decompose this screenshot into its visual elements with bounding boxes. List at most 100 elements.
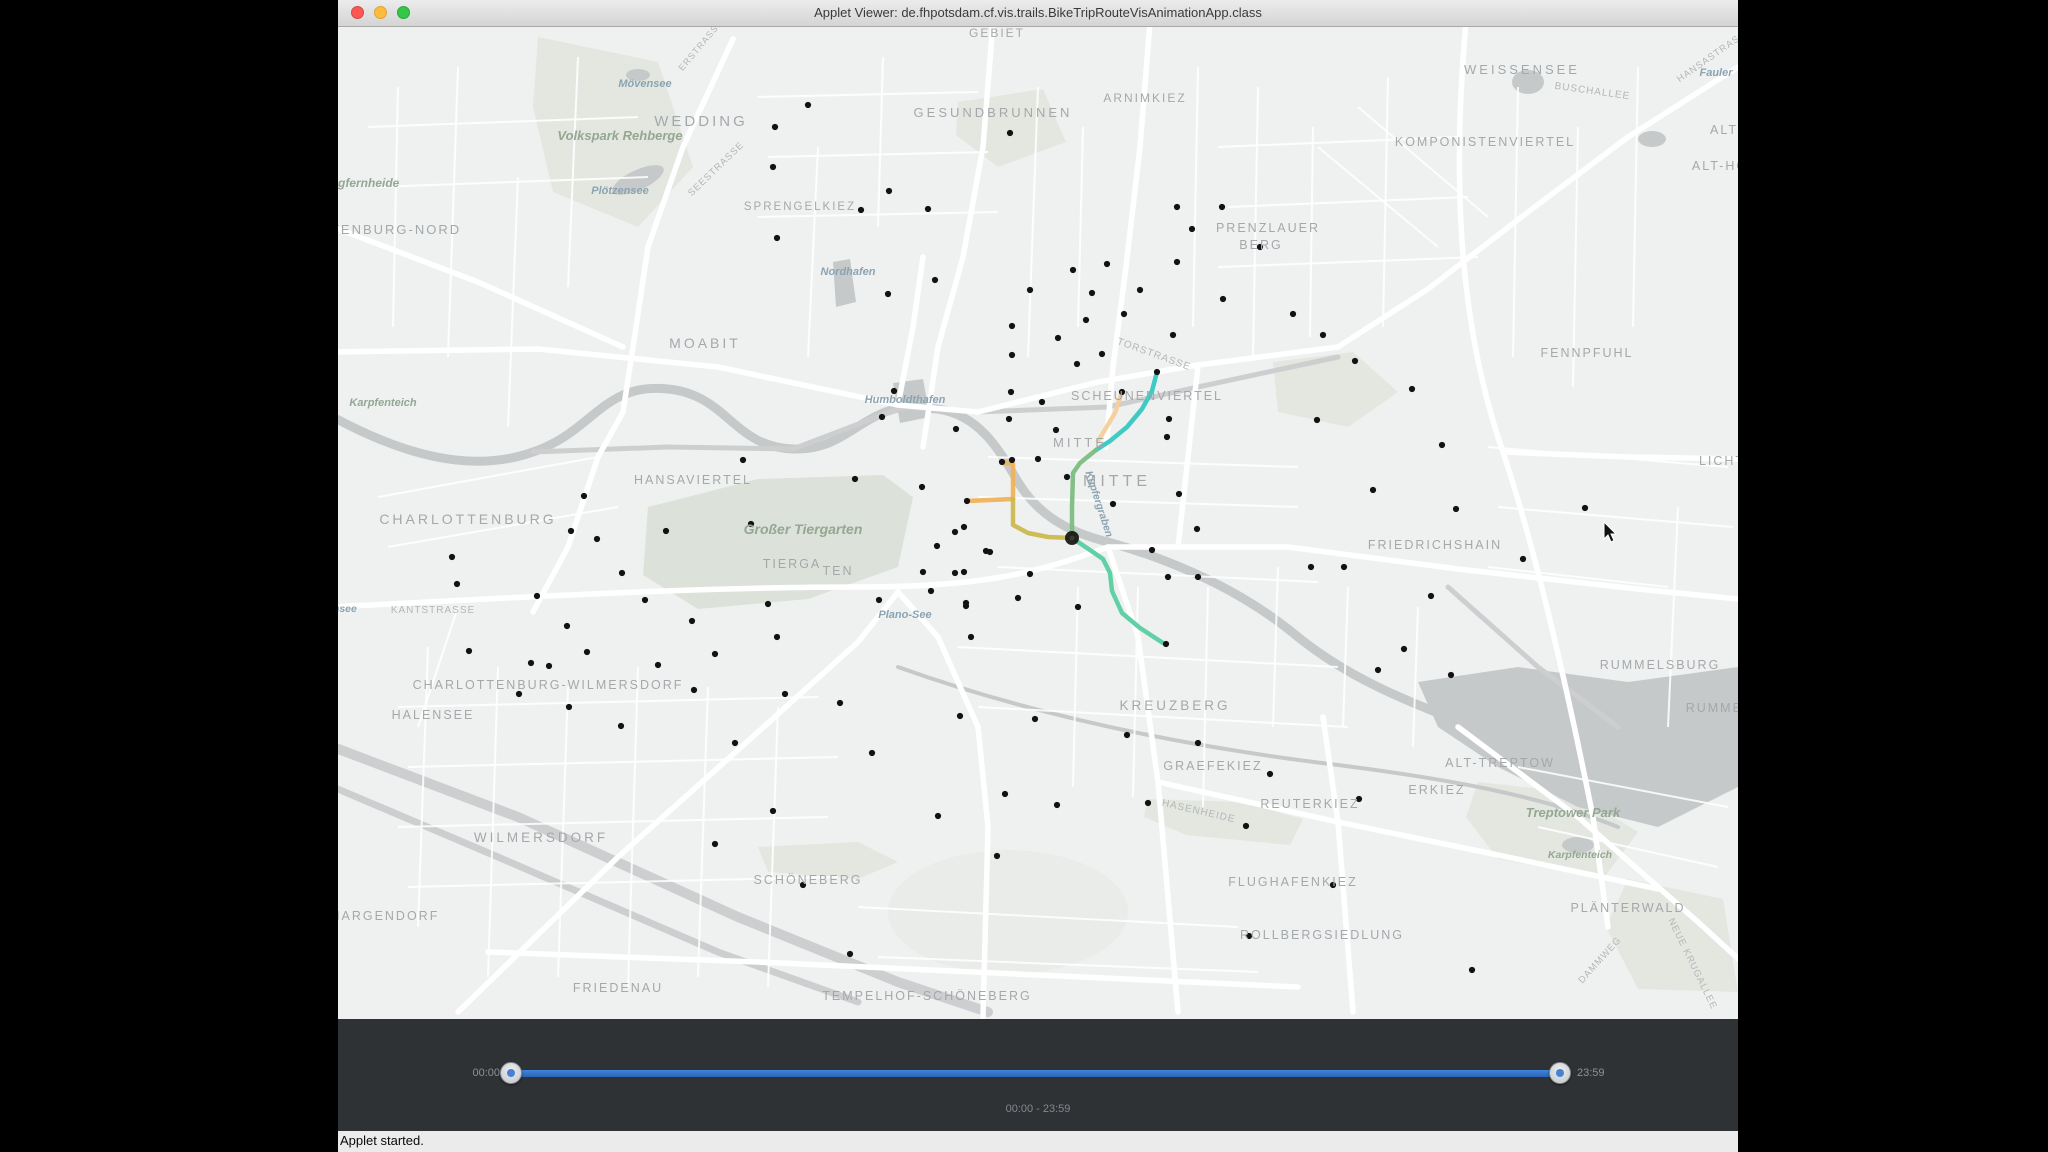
- station-dot: [1165, 415, 1173, 423]
- map-label: SCHEUNENVIERTEL: [1071, 389, 1223, 403]
- station-dot: [804, 101, 812, 109]
- map-label: Jungfernheide: [338, 176, 400, 190]
- timeline-panel: 00:00 23:59 00:00 - 23:59: [338, 1019, 1738, 1131]
- map-label: RUMMELSBURG: [1600, 658, 1721, 672]
- station-dot: [884, 290, 892, 298]
- timeline-range-label: 00:00 - 23:59: [1005, 1103, 1071, 1115]
- map-label: Plötzensee: [591, 185, 648, 197]
- station-dot: [1123, 731, 1131, 739]
- station-dot: [1468, 966, 1476, 974]
- station-dot: [851, 475, 859, 483]
- station-dot: [448, 553, 456, 561]
- station-dot: [1082, 316, 1090, 324]
- map-label: Volkspark Rehberge: [557, 128, 682, 143]
- map-label: WILMERSDORF: [474, 830, 608, 845]
- station-dot: [952, 425, 960, 433]
- station-dot: [1369, 486, 1377, 494]
- station-dot: [1408, 385, 1416, 393]
- map-label: HALENSEE: [392, 708, 475, 722]
- station-dot: [1026, 286, 1034, 294]
- station-dot: [963, 497, 971, 505]
- station-dot: [1006, 129, 1014, 137]
- applet-viewer-window: Applet Viewer: de.fhpotsdam.cf.vis.trail…: [338, 0, 1738, 1152]
- station-dot: [1163, 433, 1171, 441]
- station-dot: [1052, 426, 1060, 434]
- station-dot: [618, 569, 626, 577]
- station-dot: [1340, 563, 1348, 571]
- station-dot: [1007, 388, 1015, 396]
- station-dot: [593, 535, 601, 543]
- tempelhofer-feld: [888, 850, 1128, 974]
- station-dot: [773, 234, 781, 242]
- station-dot: [927, 587, 935, 595]
- timeline-handle-end[interactable]: [1549, 1062, 1571, 1084]
- station-dot: [993, 852, 1001, 860]
- station-dot: [1169, 331, 1177, 339]
- station-dot: [868, 749, 876, 757]
- handle-dot: [1556, 1069, 1564, 1077]
- station-dot: [885, 187, 893, 195]
- map-label: LICHT: [1699, 454, 1738, 468]
- map-label: Mövensee: [618, 78, 671, 90]
- map-label: RUMMELSBURG: [1686, 701, 1738, 715]
- map-label: REUTERKIEZ: [1260, 797, 1359, 811]
- station-dot: [545, 662, 553, 670]
- station-dot: [688, 617, 696, 625]
- station-dot: [1519, 555, 1527, 563]
- map-label: ALT-HO: [1692, 159, 1738, 173]
- station-dot: [565, 703, 573, 711]
- station-dot: [583, 648, 591, 656]
- timeline-handle-start[interactable]: [500, 1062, 522, 1084]
- map-label: FLUGHAFENKIEZ: [1228, 875, 1358, 889]
- screen-background: Applet Viewer: de.fhpotsdam.cf.vis.trail…: [0, 0, 2048, 1152]
- map-label: Plano-See: [878, 609, 931, 621]
- station-dot: [967, 633, 975, 641]
- station-dot: [919, 568, 927, 576]
- station-dot: [617, 722, 625, 730]
- station-dot: [1026, 570, 1034, 578]
- station-dot: [1581, 504, 1589, 512]
- timeline-end-label: 23:59: [1577, 1067, 1605, 1079]
- station-dot: [933, 542, 941, 550]
- window-title: Applet Viewer: de.fhpotsdam.cf.vis.trail…: [814, 5, 1262, 20]
- map-svg[interactable]: GEBIETMövenseeWEDDINGVolkspark RehbergeE…: [338, 27, 1738, 1019]
- map-label: Treptower Park: [1526, 805, 1621, 820]
- map-label: TIERGA: [763, 557, 822, 571]
- station-dot: [836, 699, 844, 707]
- map-label: Großer Tiergarten: [744, 521, 863, 537]
- station-dot: [1098, 350, 1106, 358]
- station-dot: [960, 568, 968, 576]
- station-dot: [533, 592, 541, 600]
- station-dot: [731, 739, 739, 747]
- station-dot: [960, 523, 968, 531]
- map-label: ALT-TREPTOW: [1445, 756, 1555, 770]
- station-dot: [1005, 415, 1013, 423]
- station-dot: [1438, 441, 1446, 449]
- map-canvas[interactable]: GEBIET Mövensee WEDDING Volkspark Rehberge E…: [338, 27, 1738, 1019]
- station-dot: [1194, 573, 1202, 581]
- station-dot: [580, 492, 588, 500]
- map-label: KOMPONISTENVIERTEL: [1395, 135, 1575, 149]
- map-label: HANSAVIERTEL: [634, 473, 752, 487]
- station-dot: [769, 807, 777, 815]
- map-label: SPRENGELKIEZ: [744, 201, 856, 213]
- station-dot: [1103, 260, 1111, 268]
- station-dot: [769, 163, 777, 171]
- map-label: CHARLOTTENBURG-NORD: [338, 222, 461, 237]
- station-dot: [918, 483, 926, 491]
- map-label: WEISSENSEE: [1464, 62, 1580, 77]
- station-dot: [764, 600, 772, 608]
- station-dot: [1148, 546, 1156, 554]
- handle-dot: [507, 1069, 515, 1077]
- station-dot: [739, 456, 747, 464]
- station-dot: [1053, 801, 1061, 809]
- station-dot: [878, 413, 886, 421]
- station-dot: [982, 547, 990, 555]
- map-label: ERKIEZ: [1408, 783, 1465, 797]
- timeline-track[interactable]: [511, 1070, 1560, 1077]
- station-dot: [711, 650, 719, 658]
- station-dot: [931, 276, 939, 284]
- map-label: FENNPFUHL: [1540, 346, 1633, 360]
- station-dot: [1219, 295, 1227, 303]
- station-dot: [690, 686, 698, 694]
